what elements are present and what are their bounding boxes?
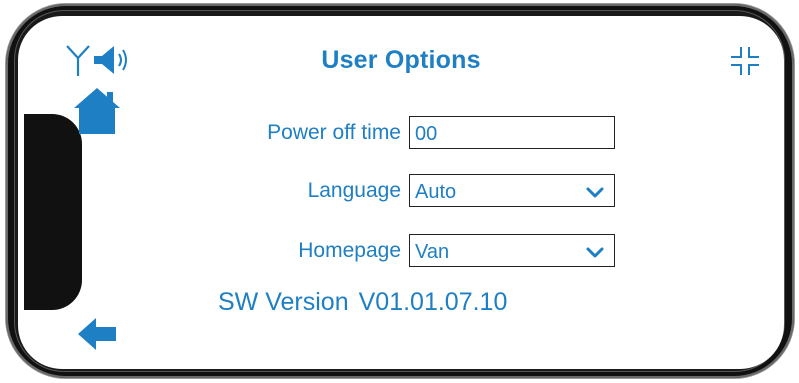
exit-fullscreen-icon[interactable] <box>728 44 762 78</box>
chevron-down-icon <box>586 247 604 257</box>
homepage-label: Homepage <box>298 238 401 262</box>
homepage-value: Van <box>415 241 450 263</box>
sw-version-label: SW Version <box>218 288 349 316</box>
phone-notch <box>24 114 82 310</box>
language-select[interactable]: Auto <box>409 174 615 207</box>
language-value: Auto <box>415 181 457 203</box>
screen: User Options Power off time 00 Language … <box>18 16 784 369</box>
power-off-label: Power off time <box>267 120 401 144</box>
sw-version-value: V01.01.07.10 <box>358 288 508 316</box>
power-off-row: Power off time 00 <box>196 116 615 149</box>
power-off-value: 00 <box>415 123 438 145</box>
chevron-down-icon <box>586 187 604 197</box>
power-off-input[interactable]: 00 <box>409 116 615 149</box>
homepage-select[interactable]: Van <box>409 234 615 267</box>
home-icon[interactable] <box>72 86 122 136</box>
page-title: User Options <box>321 46 481 74</box>
homepage-row: Homepage Van <box>196 234 615 267</box>
sw-version: SW Version V01.01.07.10 <box>218 288 507 317</box>
back-arrow-icon[interactable] <box>76 312 120 356</box>
language-row: Language Auto <box>196 174 615 207</box>
language-label: Language <box>307 178 401 202</box>
